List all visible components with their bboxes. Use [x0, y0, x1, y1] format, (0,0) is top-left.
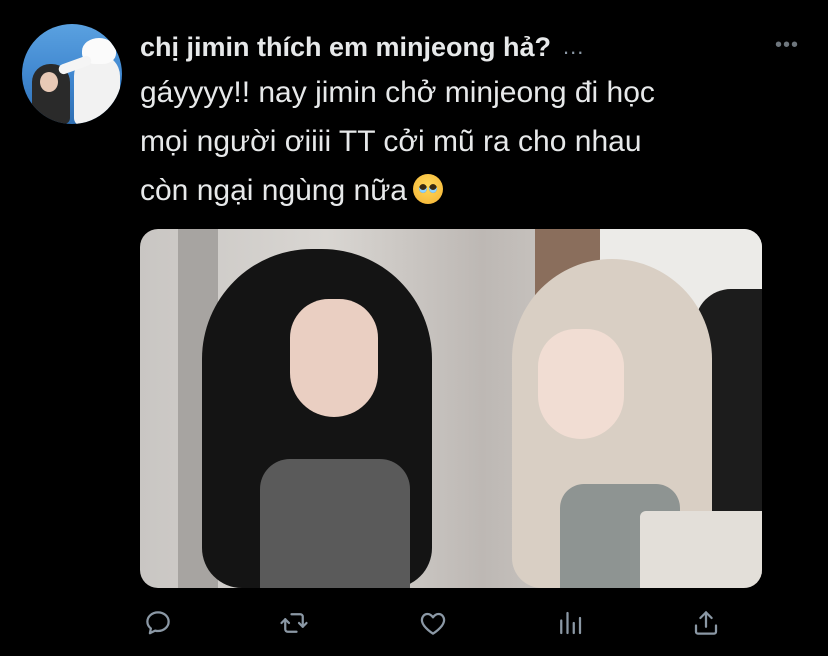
tweet-photo[interactable]: [140, 229, 762, 588]
bar-chart-icon: [560, 611, 582, 635]
tweet-header: chị jimin thích em minjeong hả? ...: [140, 29, 780, 65]
name-truncation: ...: [563, 34, 585, 59]
tweet-text-line: còn ngại ngùng nữa: [140, 166, 810, 215]
share-button[interactable]: [689, 606, 723, 640]
share-upload-icon: [694, 611, 718, 635]
analytics-button[interactable]: [553, 606, 587, 640]
reply-button[interactable]: [141, 606, 175, 640]
display-name[interactable]: chị jimin thích em minjeong hả?: [140, 32, 551, 63]
tweet-text-line-last: còn ngại ngùng nữa: [140, 174, 407, 207]
photo-person-center-face: [538, 329, 624, 439]
tweet-text-line: gáyyyy!! nay jimin chở minjeong đi học: [140, 76, 655, 109]
retweet-arrows-icon: [280, 613, 308, 633]
photo-person-left-top: [260, 459, 410, 588]
avatar[interactable]: [22, 24, 122, 124]
retweet-button[interactable]: [277, 606, 311, 640]
photo-laptop: [640, 511, 762, 588]
tweet-text-line: mọi người ơiiii TT cởi mũ ra cho nhau: [140, 125, 642, 158]
speech-bubble-icon: [146, 611, 170, 635]
like-button[interactable]: [416, 606, 450, 640]
photo-person-left-face: [290, 299, 378, 417]
tweet-text: gáyyyy!! nay jimin chở minjeong đi học m…: [140, 68, 810, 215]
avatar-face-left: [40, 72, 58, 92]
pleading-face-emoji: [412, 174, 443, 204]
heart-icon: [420, 612, 446, 635]
more-options-icon[interactable]: •••: [772, 32, 802, 58]
tweet-actions: [0, 600, 828, 646]
